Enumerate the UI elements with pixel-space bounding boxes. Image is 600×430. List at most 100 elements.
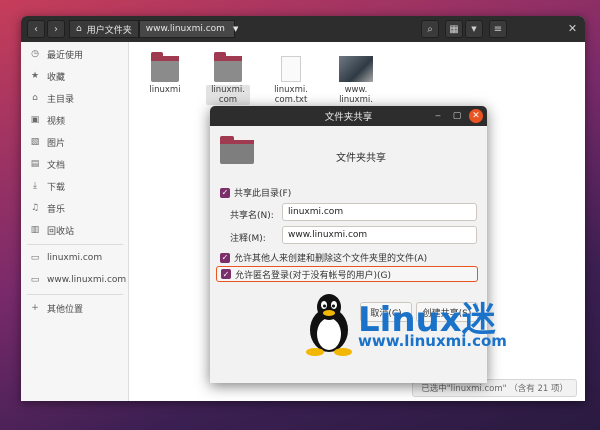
sidebar-item-starred[interactable]: ★ 收藏 bbox=[21, 66, 129, 86]
window-close-button[interactable]: ✕ bbox=[566, 22, 579, 35]
file-label: com.txt bbox=[274, 95, 308, 105]
maximize-button[interactable]: ▢ bbox=[450, 109, 464, 123]
sidebar-item-label: linuxmi.com bbox=[47, 253, 103, 263]
close-icon: ✕ bbox=[472, 111, 480, 121]
file-item-image[interactable]: www. linuxmi. bbox=[334, 56, 378, 105]
chevron-down-icon: ▼ bbox=[471, 25, 477, 33]
file-label: linuxmi. bbox=[211, 85, 245, 95]
dialog-titlebar: 文件夹共享 bbox=[210, 106, 487, 126]
sidebar-item-documents[interactable]: ▤ 文档 bbox=[21, 154, 129, 174]
document-icon: ▤ bbox=[30, 159, 40, 169]
check-icon: ✓ bbox=[220, 252, 230, 263]
sidebar-item-label: 主目录 bbox=[47, 94, 75, 105]
checkbox-label: 允许匿名登录(对于没有帐号的用户)(G) bbox=[235, 270, 392, 281]
path-current[interactable]: www.linuxmi.com ▼ bbox=[138, 20, 239, 38]
star-icon: ★ bbox=[30, 71, 40, 81]
folder-icon bbox=[214, 52, 242, 82]
clock-icon: ◷ bbox=[31, 49, 39, 59]
video-icon: ▣ bbox=[30, 115, 40, 125]
share-folder-checkbox[interactable]: ✓ 共享此目录(F) bbox=[220, 186, 291, 199]
sidebar: ◷ 最近使用 ★ 收藏 ⌂ 主目录 ▣ 视频 ▧ 图片 ▤ 文档 ⤓ 下载 ♫ 音乐 ▥ 回收站 … bbox=[21, 42, 129, 401]
sidebar-item-other-locations[interactable]: + 其他位置 bbox=[21, 298, 129, 318]
sidebar-item-label: 音乐 bbox=[47, 204, 66, 215]
chevron-left-icon: ‹ bbox=[34, 23, 38, 35]
file-item-linuxmi-com-txt[interactable]: linuxmi. com.txt bbox=[269, 56, 313, 105]
grid-icon: ▦ bbox=[449, 23, 459, 35]
sidebar-item-videos[interactable]: ▣ 视频 bbox=[21, 110, 129, 130]
sidebar-item-label: 视频 bbox=[47, 116, 66, 127]
file-label: www. bbox=[344, 85, 368, 95]
shared-folder-icon bbox=[220, 136, 254, 166]
file-item-linuxmi[interactable]: linuxmi bbox=[143, 52, 187, 95]
checkbox-label: 共享此目录(F) bbox=[234, 189, 292, 199]
back-button[interactable]: ‹ bbox=[27, 20, 45, 38]
sidebar-item-music[interactable]: ♫ 音乐 bbox=[21, 198, 129, 218]
plus-icon: + bbox=[31, 303, 39, 313]
sidebar-item-pictures[interactable]: ▧ 图片 bbox=[21, 132, 129, 152]
image-thumbnail-icon bbox=[339, 56, 373, 82]
sidebar-item-bookmark-linuxmi[interactable]: ▭ linuxmi.com bbox=[21, 248, 129, 268]
header-bar: ‹ › ⌂ 用户文件夹 www.linuxmi.com ▼ ⌕ ▦ ▼ ≡ ✕ bbox=[21, 16, 585, 42]
sidebar-item-label: www.linuxmi.com bbox=[47, 275, 127, 285]
file-label: linuxmi. bbox=[274, 85, 308, 95]
dialog-heading: 文件夹共享 bbox=[336, 153, 386, 164]
folder-icon: ▭ bbox=[30, 275, 40, 285]
sidebar-item-label: 回收站 bbox=[47, 226, 75, 237]
hamburger-icon: ≡ bbox=[493, 23, 503, 35]
menu-button[interactable]: ≡ bbox=[489, 20, 507, 38]
allow-others-checkbox[interactable]: ✓ 允许其他人来创建和删除这个文件夹里的文件(A) bbox=[220, 251, 427, 264]
view-options-button[interactable]: ▼ bbox=[465, 20, 483, 38]
path-bar: ⌂ 用户文件夹 www.linuxmi.com ▼ bbox=[69, 20, 239, 38]
status-text: 已选中"linuxmi.com" （含有 21 项） bbox=[421, 384, 568, 394]
minimize-icon: ‒ bbox=[435, 111, 441, 121]
path-current-label: www.linuxmi.com bbox=[145, 24, 225, 34]
sidebar-divider bbox=[27, 294, 123, 295]
minimize-button[interactable]: ‒ bbox=[431, 109, 445, 123]
chevron-right-icon: › bbox=[54, 23, 58, 35]
sidebar-item-recent[interactable]: ◷ 最近使用 bbox=[21, 44, 129, 64]
path-home[interactable]: ⌂ 用户文件夹 bbox=[69, 20, 139, 38]
sidebar-divider bbox=[27, 244, 123, 245]
share-name-label: 共享名(N): bbox=[230, 211, 274, 221]
file-label: linuxmi. bbox=[339, 95, 373, 105]
guest-access-checkbox[interactable]: ✓ 允许匿名登录(对于没有帐号的用户)(G) bbox=[216, 266, 478, 282]
download-icon: ⤓ bbox=[33, 181, 37, 191]
forward-button[interactable]: › bbox=[47, 20, 65, 38]
sidebar-item-label: 最近使用 bbox=[47, 50, 84, 61]
music-icon: ♫ bbox=[30, 203, 40, 213]
chevron-down-icon: ▼ bbox=[232, 25, 239, 33]
sidebar-item-downloads[interactable]: ⤓ 下载 bbox=[21, 176, 129, 196]
path-home-label: 用户文件夹 bbox=[86, 25, 132, 36]
tux-penguin-logo bbox=[306, 294, 352, 356]
sidebar-item-trash[interactable]: ▥ 回收站 bbox=[21, 220, 129, 240]
check-icon: ✓ bbox=[220, 187, 230, 198]
file-label: linuxmi bbox=[149, 85, 181, 95]
sidebar-item-label: 图片 bbox=[47, 138, 66, 149]
folder-icon: ▭ bbox=[30, 253, 40, 263]
sidebar-item-label: 收藏 bbox=[47, 72, 66, 83]
home-icon: ⌂ bbox=[76, 24, 82, 34]
picture-icon: ▧ bbox=[30, 137, 40, 147]
file-label-selected: linuxmi. com bbox=[206, 85, 250, 105]
sidebar-item-label: 文档 bbox=[47, 160, 66, 171]
check-icon: ✓ bbox=[221, 269, 231, 279]
folder-icon bbox=[151, 52, 179, 82]
sidebar-item-bookmark-www[interactable]: ▭ www.linuxmi.com bbox=[21, 270, 129, 290]
sidebar-item-label: 下载 bbox=[47, 182, 66, 193]
file-item-linuxmi-com[interactable]: linuxmi. com bbox=[206, 52, 250, 105]
text-file-icon bbox=[281, 56, 301, 82]
view-toggle-button[interactable]: ▦ bbox=[445, 20, 463, 38]
watermark-url: www.linuxmi.com bbox=[358, 332, 507, 350]
trash-icon: ▥ bbox=[30, 225, 40, 235]
comment-label: 注释(M): bbox=[230, 234, 266, 244]
share-name-input[interactable] bbox=[282, 203, 477, 221]
comment-input[interactable] bbox=[282, 226, 477, 244]
dialog-title: 文件夹共享 bbox=[324, 112, 373, 123]
search-button[interactable]: ⌕ bbox=[421, 20, 439, 38]
home-icon: ⌂ bbox=[32, 93, 38, 103]
search-icon: ⌕ bbox=[427, 23, 433, 35]
maximize-icon: ▢ bbox=[452, 111, 462, 121]
dialog-close-button[interactable]: ✕ bbox=[469, 109, 483, 123]
close-icon: ✕ bbox=[567, 22, 578, 35]
sidebar-item-home[interactable]: ⌂ 主目录 bbox=[21, 88, 129, 108]
